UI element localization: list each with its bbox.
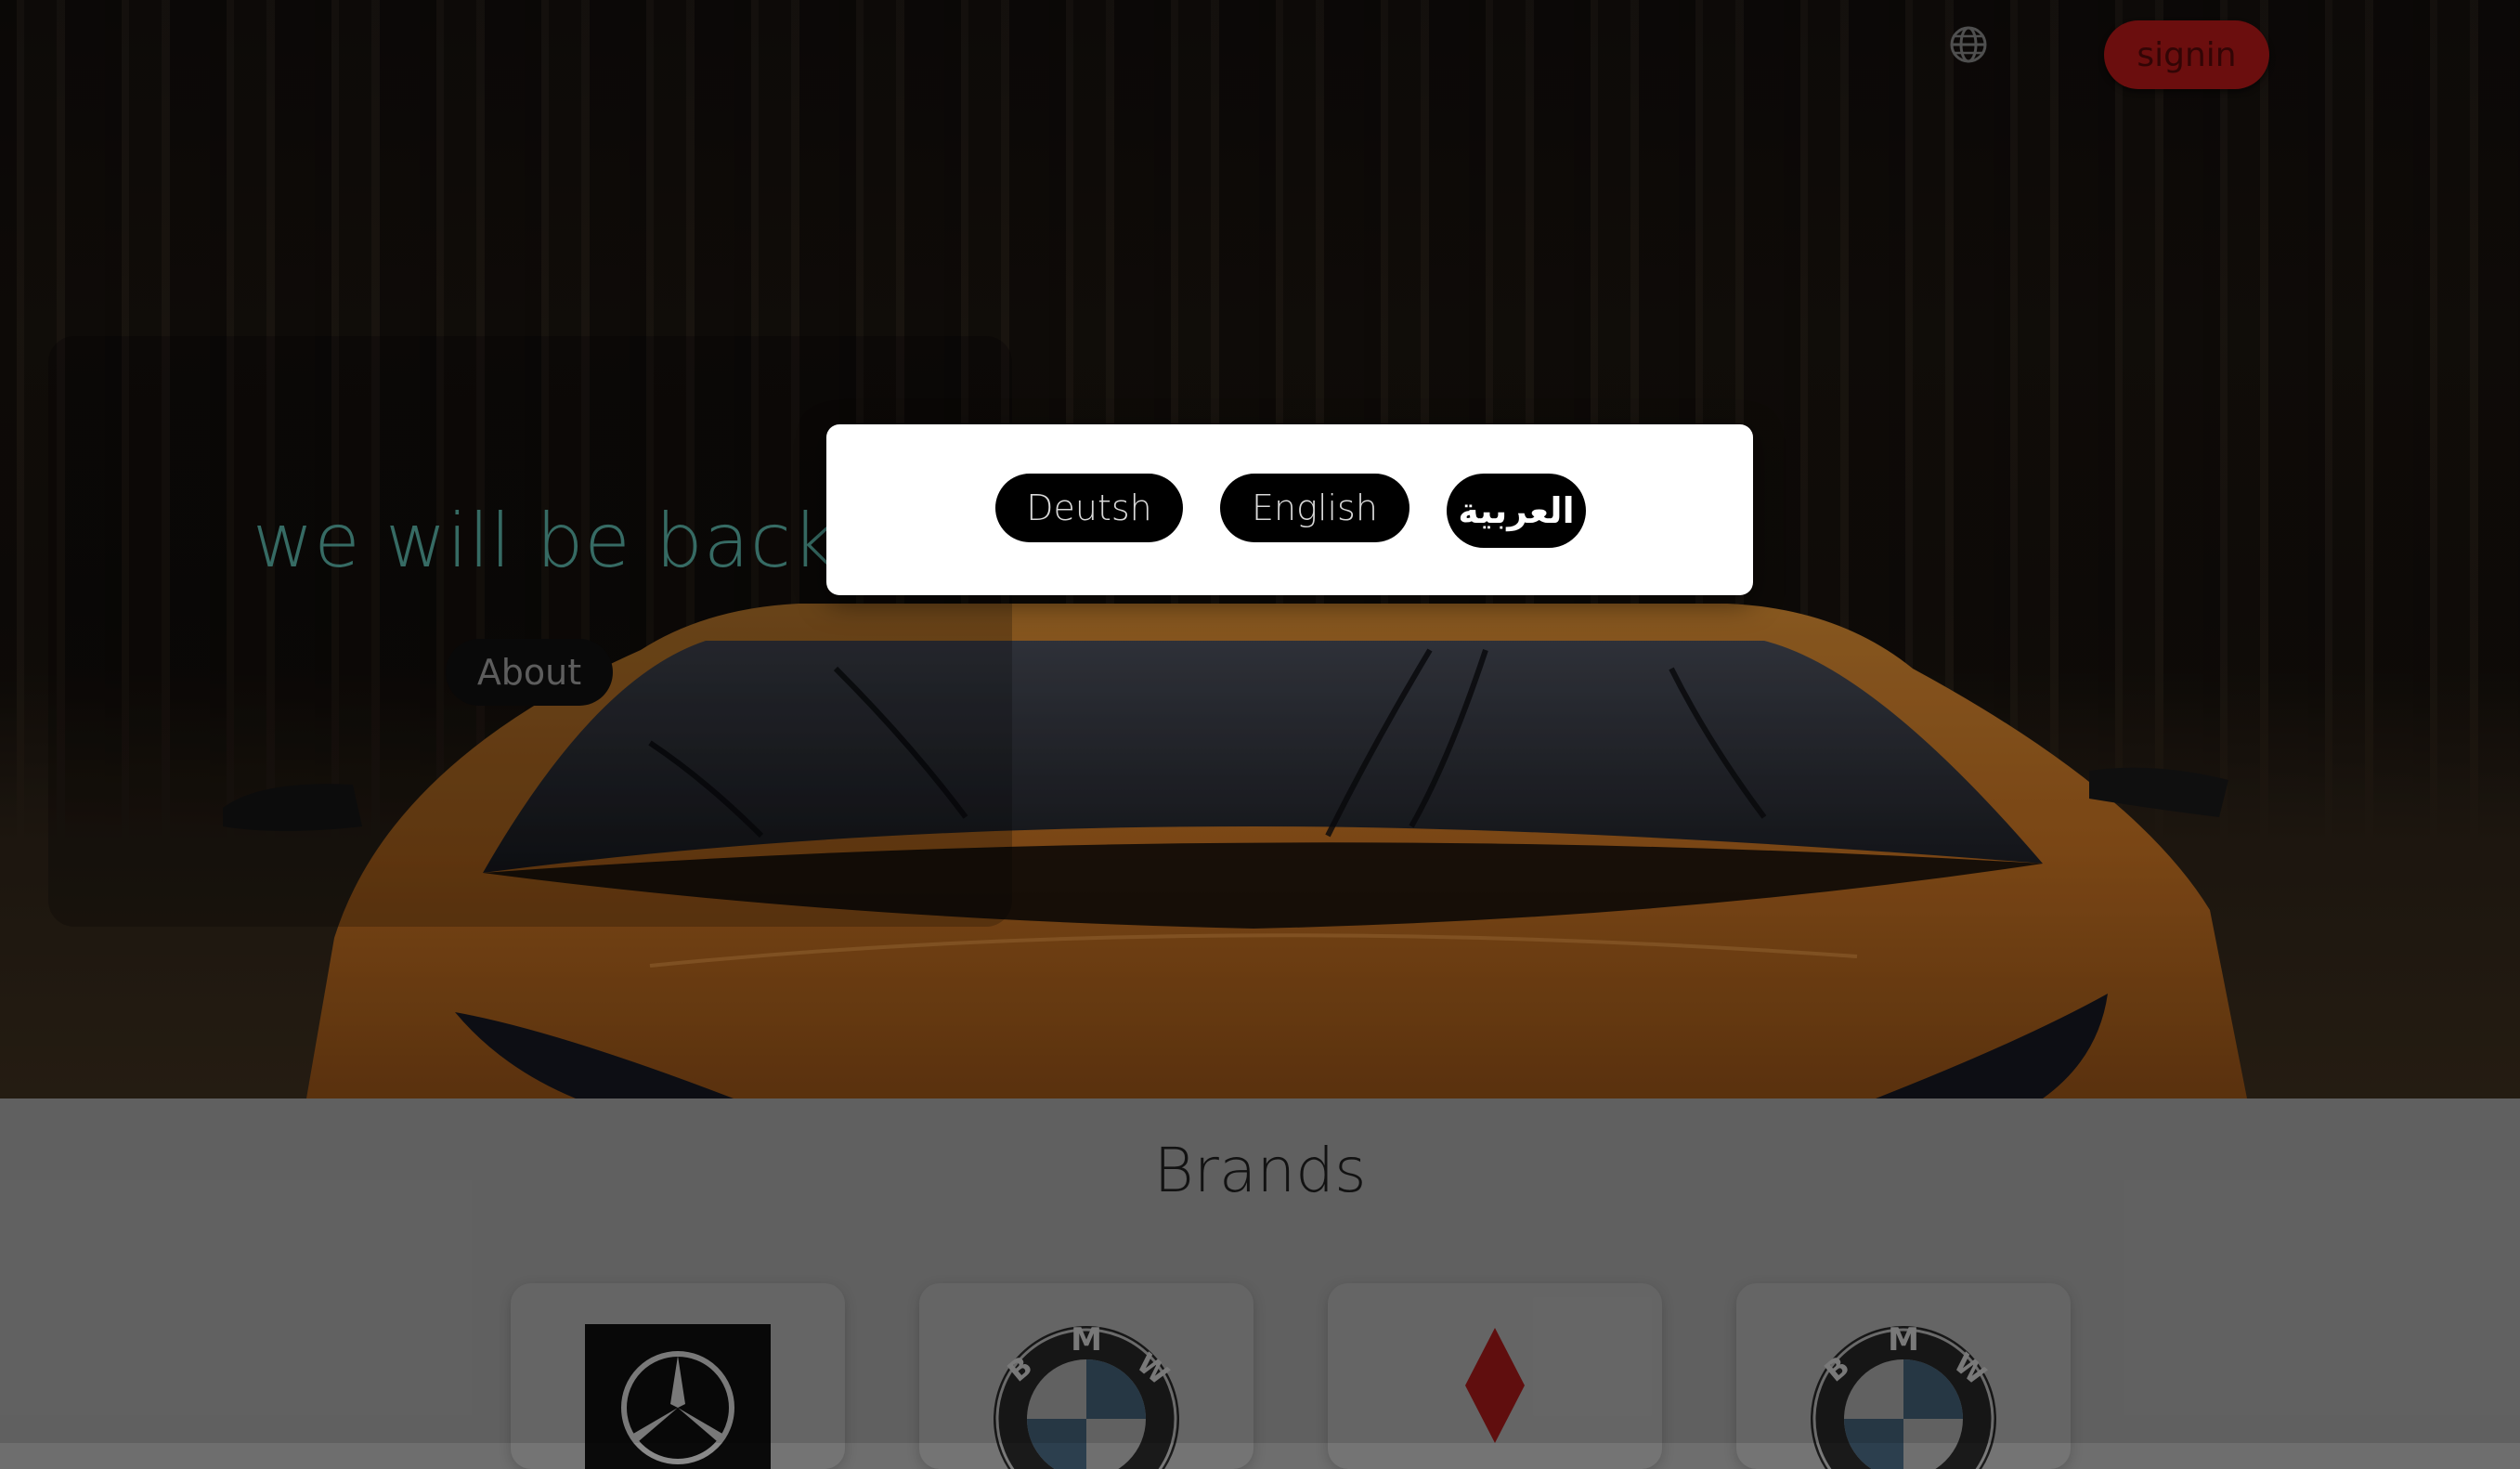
renault-logo-icon (1465, 1328, 1525, 1443)
svg-text:M: M (1071, 1321, 1102, 1358)
mercedes-logo-icon (585, 1324, 771, 1469)
brand-card-renault[interactable] (1328, 1283, 1662, 1469)
brand-card-bmw[interactable]: M B W (919, 1283, 1254, 1469)
brands-heading: Brands (1153, 1135, 1367, 1206)
language-modal: Deutsh English العربية (826, 424, 1753, 595)
brand-card-mercedes[interactable] (511, 1283, 845, 1469)
language-option-deutsch[interactable]: Deutsh (995, 474, 1183, 542)
svg-text:M: M (1888, 1321, 1919, 1358)
language-option-english[interactable]: English (1220, 474, 1409, 542)
bmw-logo-icon: M B W (994, 1321, 1179, 1469)
brand-card-bmw-2[interactable]: M B W (1736, 1283, 2071, 1469)
bmw-logo-icon: M B W (1811, 1321, 1996, 1469)
globe-icon[interactable] (1948, 24, 1989, 65)
hero-title: we will be back (253, 498, 837, 584)
language-option-arabic[interactable]: العربية (1447, 474, 1586, 548)
signin-button[interactable]: signin (2104, 20, 2269, 89)
about-button[interactable]: About (446, 639, 613, 706)
